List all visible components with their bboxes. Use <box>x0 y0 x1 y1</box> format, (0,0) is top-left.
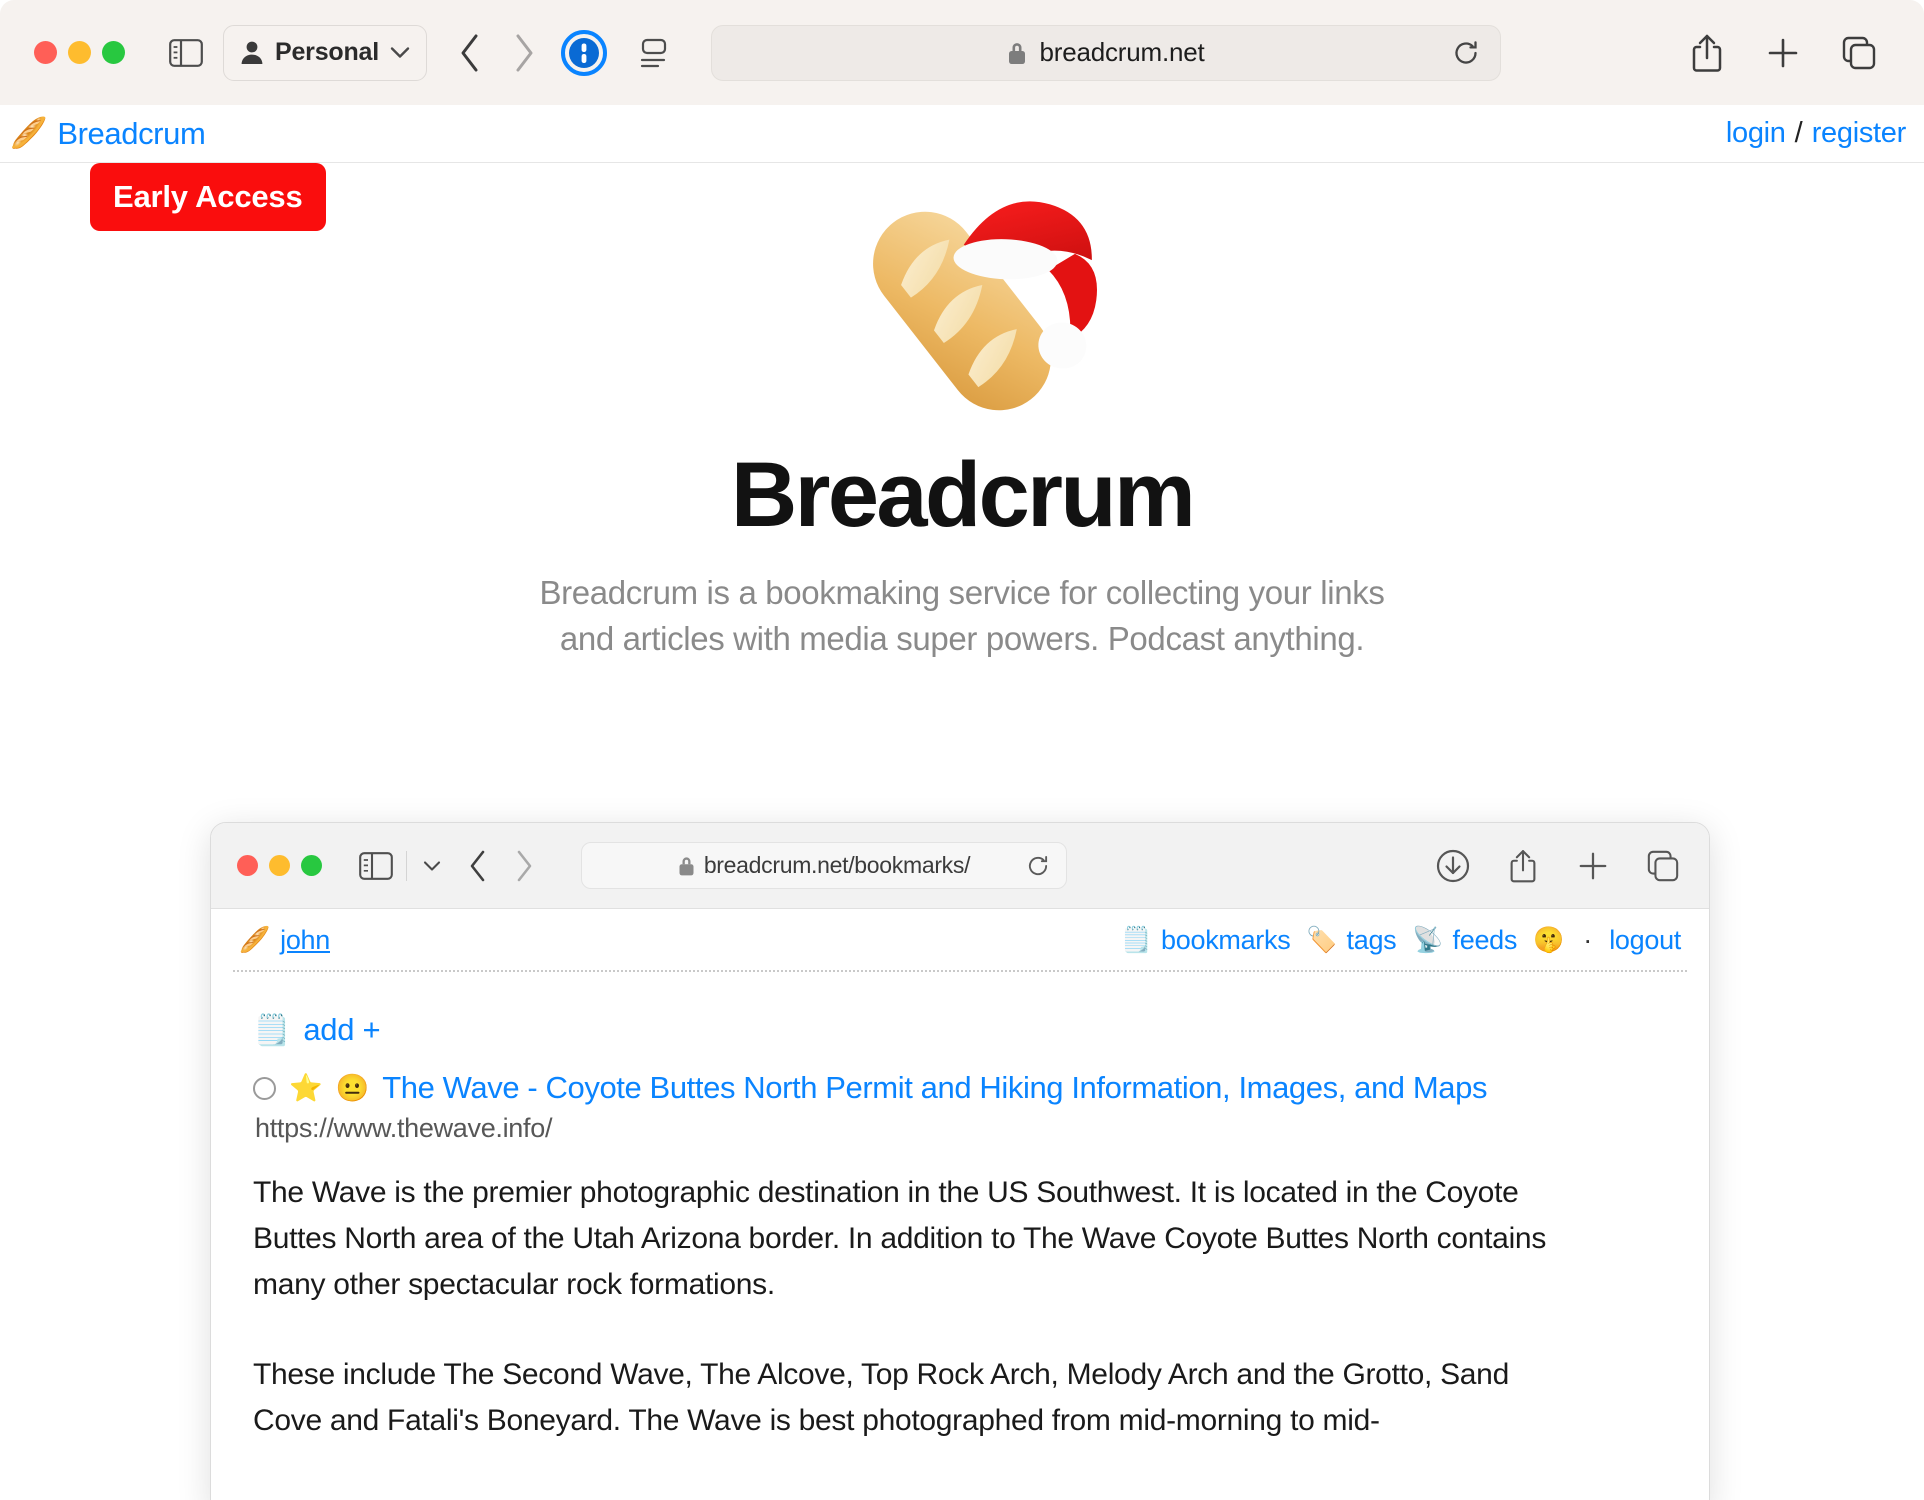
inner-lock-icon <box>678 855 695 877</box>
toolbar-right-actions <box>1684 30 1890 76</box>
inner-close-window-button[interactable] <box>237 855 258 876</box>
maximize-window-button[interactable] <box>102 41 125 64</box>
window-controls <box>34 41 125 64</box>
address-bar-url: breadcrum.net <box>1039 37 1205 67</box>
note-icon: 🗒️ <box>253 1013 291 1047</box>
page-title: Breadcrum <box>730 444 1196 546</box>
hero-section: Breadcrum Breadcrum is a bookmaking serv… <box>0 163 1924 661</box>
nav-link-feeds[interactable]: feeds <box>1453 925 1518 956</box>
share-icon[interactable] <box>1684 30 1730 76</box>
tab-overview-icon[interactable] <box>1836 30 1882 76</box>
bookmarks-list: 🗒️ add + ⭐ 😐 The Wave - Coyote Buttes No… <box>211 972 1709 1443</box>
inner-address-bar[interactable]: breadcrum.net/bookmarks/ <box>581 842 1067 889</box>
browser-toolbar: Personal breadcrum.net <box>0 0 1924 105</box>
bookmark-item: ⭐ 😐 The Wave - Coyote Buttes North Permi… <box>253 1070 1667 1443</box>
shushing-face-icon: 🤫 <box>1533 926 1565 954</box>
register-link[interactable]: register <box>1812 117 1907 150</box>
inner-window-controls <box>237 855 322 876</box>
inner-toolbar-right-actions <box>1433 846 1683 886</box>
back-arrow-icon[interactable] <box>443 26 497 80</box>
forward-arrow-icon[interactable] <box>497 26 551 80</box>
close-window-button[interactable] <box>34 41 57 64</box>
nav-link-tags[interactable]: tags <box>1347 925 1397 956</box>
auth-links: login / register <box>1726 117 1906 150</box>
bookmark-summary-paragraph-1: The Wave is the premier photographic des… <box>253 1176 1547 1301</box>
inner-maximize-window-button[interactable] <box>301 855 322 876</box>
auth-separator: / <box>1794 117 1803 149</box>
reload-icon[interactable] <box>1452 39 1480 67</box>
baguette-with-santa-hat-icon <box>873 201 1097 411</box>
1password-icon[interactable] <box>557 26 611 80</box>
downloads-icon[interactable] <box>1433 846 1473 886</box>
note-icon: 🗒️ <box>1120 926 1153 954</box>
login-link[interactable]: login <box>1726 117 1786 150</box>
neutral-face-icon[interactable]: 😐 <box>336 1072 370 1104</box>
plus-icon[interactable] <box>1760 30 1806 76</box>
hero-subtitle: Breadcrum is a bookmaking service for co… <box>0 570 1924 661</box>
username-link[interactable]: john <box>280 925 330 956</box>
nav-item-bookmarks[interactable]: 🗒️ bookmarks <box>1121 925 1291 956</box>
app-brand[interactable]: 🥖 john <box>239 925 330 956</box>
inner-address-bar-url: breadcrum.net/bookmarks/ <box>703 852 971 878</box>
nav-item-feeds[interactable]: 📡 feeds <box>1412 925 1517 956</box>
nav-link-bookmarks[interactable]: bookmarks <box>1161 925 1291 956</box>
nav-item-tags[interactable]: 🏷️ tags <box>1306 925 1396 956</box>
inner-forward-arrow-icon[interactable] <box>501 843 547 889</box>
hero-subtitle-line-1: Breadcrum is a bookmaking service for co… <box>539 574 1385 611</box>
address-bar[interactable]: breadcrum.net <box>711 24 1502 81</box>
profile-switcher-button[interactable]: Personal <box>223 24 428 81</box>
add-bookmark-row[interactable]: 🗒️ add + <box>253 1012 1667 1048</box>
address-bar-content: breadcrum.net <box>712 37 1500 68</box>
baguette-icon: 🥖 <box>10 116 48 150</box>
app-nav-links: 🗒️ bookmarks 🏷️ tags 📡 feeds 🤫 · logout <box>1105 925 1681 956</box>
minimize-window-button[interactable] <box>68 41 91 64</box>
nav-link-logout[interactable]: logout <box>1609 925 1681 956</box>
add-bookmark-link[interactable]: add + <box>303 1012 380 1048</box>
sidebar-icon[interactable] <box>163 30 209 76</box>
inner-plus-icon[interactable] <box>1573 846 1613 886</box>
hero-subtitle-line-2: and articles with media super powers. Po… <box>559 619 1365 657</box>
inner-browser-toolbar: breadcrum.net/bookmarks/ <box>211 823 1709 909</box>
inner-page-content: 🥖 john 🗒️ bookmarks 🏷️ tags 📡 feeds 🤫 · … <box>211 909 1709 1443</box>
app-navbar: 🥖 john 🗒️ bookmarks 🏷️ tags 📡 feeds 🤫 · … <box>233 909 1687 972</box>
site-navbar: 🥖 Breadcrum login / register <box>0 105 1924 163</box>
lock-icon <box>1007 40 1027 66</box>
safari-window: Personal breadcrum.net 🥖 Breadcrum login… <box>0 0 1924 1500</box>
nav-item-logout[interactable]: 🤫 · logout <box>1533 925 1681 956</box>
inner-address-bar-content: breadcrum.net/bookmarks/ <box>678 852 970 879</box>
inner-share-icon[interactable] <box>1503 846 1543 886</box>
brand-name[interactable]: Breadcrum <box>57 116 205 152</box>
baguette-icon: 🥖 <box>239 926 271 954</box>
bookmark-summary-paragraph-2: These include The Second Wave, The Alcov… <box>253 1357 1509 1437</box>
inner-sidebar-icon[interactable] <box>356 847 396 885</box>
bookmark-title-link[interactable]: The Wave - Coyote Buttes North Permit an… <box>382 1070 1487 1106</box>
nav-separator: · <box>1583 925 1593 955</box>
chevron-down-icon[interactable] <box>390 46 410 59</box>
product-screenshot-window: breadcrum.net/bookmarks/ 🥖 john 🗒️ bookm… <box>210 822 1710 1500</box>
toolbar-divider <box>406 850 407 881</box>
inner-tab-overview-icon[interactable] <box>1643 846 1683 886</box>
site-brand[interactable]: 🥖 Breadcrum <box>10 116 206 152</box>
profile-name: Personal <box>275 38 380 66</box>
bookmark-select-radio[interactable] <box>253 1076 276 1100</box>
inner-back-arrow-icon[interactable] <box>455 843 501 889</box>
star-icon[interactable]: ⭐ <box>289 1072 323 1104</box>
person-icon <box>240 40 264 65</box>
reader-view-icon[interactable] <box>621 26 685 80</box>
inner-chevron-down-icon[interactable] <box>423 860 441 872</box>
tag-icon: 🏷️ <box>1306 926 1338 954</box>
bookmark-url: https://www.thewave.info/ <box>255 1113 553 1143</box>
page-content: 🥖 Breadcrum login / register Early Acces… <box>0 105 1924 1500</box>
bookmark-title-row: ⭐ 😐 The Wave - Coyote Buttes North Permi… <box>253 1070 1667 1106</box>
satellite-antenna-icon: 📡 <box>1412 926 1444 954</box>
early-access-badge: Early Access <box>90 163 326 231</box>
inner-reload-icon[interactable] <box>1026 854 1050 878</box>
inner-minimize-window-button[interactable] <box>269 855 290 876</box>
